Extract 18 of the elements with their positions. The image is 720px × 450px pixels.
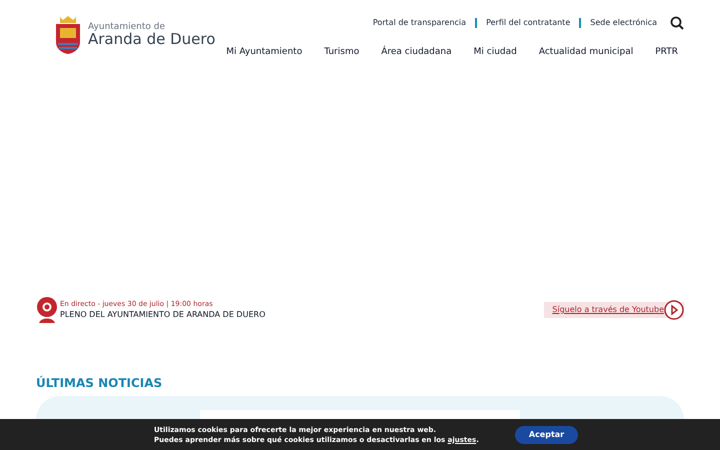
nav-link[interactable]: Actualidad municipal [538,46,634,60]
webcam-icon [36,296,58,324]
coat-of-arms-icon [54,15,82,55]
nav-link[interactable]: Mi Ayuntamiento [226,46,302,60]
top-link[interactable]: Perfil del contratante [486,17,570,29]
accept-button[interactable]: Aceptar [514,426,578,444]
nav-link[interactable]: PRTR [655,46,678,60]
top-link[interactable]: Sede electrónica [590,17,657,29]
nav-link[interactable]: Mi ciudad [474,46,517,60]
section-heading: ÚLTIMAS NOTICIAS [35,374,164,392]
logo-subtitle: Ayuntamiento de [88,23,166,32]
live-title: PLENO DEL AYUNTAMIENTO DE ARANDA DE DUERO [60,309,266,322]
nav-link[interactable]: Turismo [324,46,360,60]
play-icon[interactable] [664,300,684,320]
search-icon[interactable] [670,16,684,30]
nav-link[interactable]: Área ciudadana [381,46,452,60]
top-link[interactable]: Portal de transparencia [372,17,466,29]
logo-title: Aranda de Duero [88,32,216,47]
